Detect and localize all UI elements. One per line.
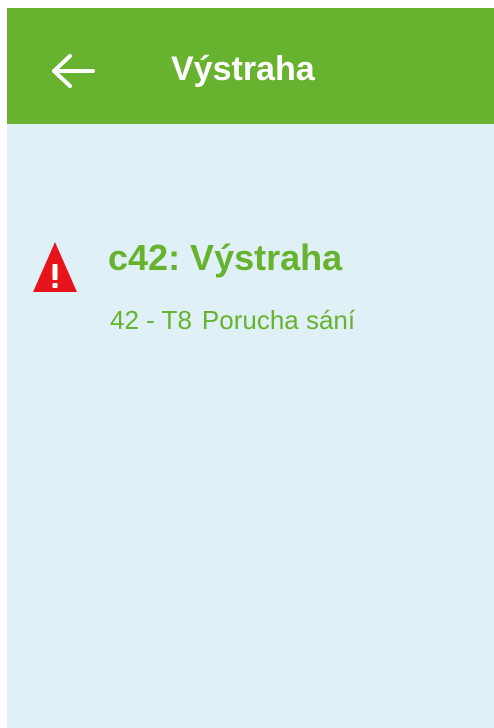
- alert-title: c42: Výstraha: [108, 237, 343, 278]
- arrow-left-icon: [52, 54, 95, 88]
- warning-icon: [32, 234, 78, 294]
- back-button[interactable]: [51, 54, 95, 88]
- alert-item: c42: Výstraha 42 - T8 Porucha sání: [7, 228, 494, 348]
- app-header: Výstraha: [7, 8, 494, 124]
- page-title: Výstraha: [171, 50, 315, 88]
- screen: Výstraha c42: Výstraha 42 - T8 Porucha sá…: [7, 8, 494, 728]
- alert-detail: 42 - T8 Porucha sání: [110, 303, 355, 337]
- alert-code: 42 - T8: [110, 305, 192, 335]
- alert-message: Porucha sání: [201, 305, 356, 335]
